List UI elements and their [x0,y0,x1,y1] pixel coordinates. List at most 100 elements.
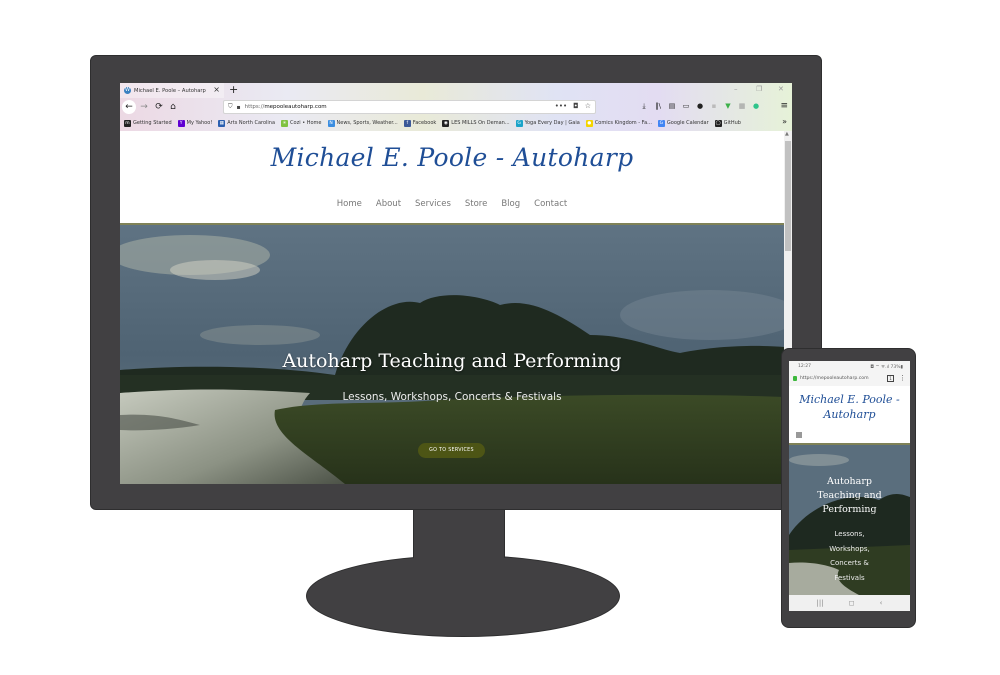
recent-apps-button[interactable]: ||| [817,599,824,607]
close-tab-icon[interactable]: × [213,85,220,95]
reload-button[interactable]: ⟳ [152,100,166,114]
sync-extension-icon[interactable]: ● [752,101,760,111]
bookmark-label: My Yahoo! [186,120,213,126]
bookmark-favicon-icon: ● [585,119,593,127]
address-bar[interactable]: ⛉ ▪ https://mepooleautoharp.com ••• ◘ ☆ [223,100,596,114]
bookmark-item[interactable]: ✳ Cozi • Home [281,119,322,127]
bookmark-favicon-icon: Y [177,119,185,127]
bookmark-item[interactable]: G Yoga Every Day | Gaia [515,119,580,127]
account-icon[interactable]: ● [696,101,704,111]
bookmark-label: Facebook [412,120,437,126]
bookmark-item[interactable]: ● Comics Kingdom - Fa... [585,119,652,127]
bookmark-favicon-icon: G [657,119,665,127]
page-actions-icon[interactable]: ••• [555,102,567,110]
bookmark-favicon-icon: m [124,119,131,127]
nav-blog[interactable]: Blog [501,199,520,209]
bookmark-label: Cozi • Home [290,120,322,126]
back-button[interactable]: ← [122,100,136,114]
bookmark-item[interactable]: ◯ GitHub [714,119,741,127]
shield-extension-icon[interactable]: ▼ [724,101,732,111]
hamburger-menu-icon[interactable]: ≡ [780,101,788,112]
bookmark-label: Getting Started [133,120,172,126]
bookmark-item[interactable]: m Getting Started [124,119,172,127]
scrollbar-thumb[interactable] [785,141,791,251]
web-page: Michael E. Poole - Autoharp Home About S… [120,131,784,484]
bookmark-item[interactable]: f Facebook [403,119,437,127]
bookmark-star-icon[interactable]: ☆ [585,102,591,110]
bookmark-item[interactable]: G Google Calendar [657,119,709,127]
phone-system-icons: ◘ ⌔ ᯤ.ıl 73%▮ [870,365,903,370]
print-icon[interactable]: ▤ [668,101,676,111]
browser-chrome: W Michael E. Poole – Autoharp × + – ❐ ✕ … [120,83,792,131]
bookmark-favicon-icon: ◉ [442,119,450,127]
bookmarks-overflow-icon[interactable]: » [782,117,787,126]
phone-hero-subtitle: Lessons, Workshops, Concerts & Festivals [829,530,870,582]
bookmark-favicon-icon: N [327,119,335,127]
bookmark-favicon-icon: ◯ [714,119,722,127]
go-to-services-button[interactable]: GO TO SERVICES [418,443,485,458]
hero-subtitle: Lessons, Workshops, Concerts & Festivals [342,391,562,403]
phone-site-title[interactable]: Michael E. Poole - Autoharp [789,392,910,422]
forward-button[interactable]: → [137,100,151,114]
extension-icon[interactable]: ▪ [710,101,718,111]
android-nav-bar: ||| ◻ ‹ [789,595,910,611]
bookmarks-bar: m Getting Started Y My Yahoo! ▦ Arts North Ca… [120,116,792,130]
bookmark-label: Yoga Every Day | Gaia [524,120,580,126]
close-window-button[interactable]: ✕ [778,85,784,93]
bookmark-favicon-icon: G [515,119,523,127]
device-mockup: W Michael E. Poole – Autoharp × + – ❐ ✕ … [0,0,1000,675]
bookmark-label: LES MILLS On Deman... [451,120,510,126]
new-tab-button[interactable]: + [229,83,238,97]
pocket-icon[interactable]: ◘ [573,102,579,110]
bookmark-item[interactable]: N News, Sports, Weather... [327,119,398,127]
bookmark-item[interactable]: Y My Yahoo! [177,119,213,127]
bookmark-favicon-icon: ▦ [218,119,226,127]
home-button[interactable]: ◻ [849,599,855,607]
desktop-screen: W Michael E. Poole – Autoharp × + – ❐ ✕ … [120,83,792,484]
nav-store[interactable]: Store [465,199,487,209]
phone-hero-title: Autoharp Teaching and Performing [817,476,882,515]
mobile-menu-icon[interactable] [796,432,802,438]
maximize-button[interactable]: ❐ [756,85,762,93]
tab-title: Michael E. Poole – Autoharp [134,87,206,94]
nav-contact[interactable]: Contact [534,199,567,209]
downloads-icon[interactable]: ⤓ [640,101,648,111]
library-icon[interactable]: ‖\ [654,101,662,111]
bookmark-item[interactable]: ◉ LES MILLS On Deman... [442,119,510,127]
bookmark-label: Comics Kingdom - Fa... [594,120,652,126]
mobile-phone: 12:27 ◘ ⌔ ᯤ.ıl 73%▮ https://mepooleautoh… [781,348,916,628]
monitor-stand-base [306,555,620,637]
tab-switcher-icon[interactable]: 1 [887,375,894,382]
bookmark-label: Arts North Carolina [227,120,276,126]
hero-title: Autoharp Teaching and Performing [282,350,622,372]
phone-status-bar: 12:27 ◘ ⌔ ᯤ.ıl 73%▮ [789,361,910,372]
bookmark-item[interactable]: ▦ Arts North Carolina [218,119,276,127]
bookmark-label: News, Sports, Weather... [336,120,398,126]
browser-tab[interactable]: W Michael E. Poole – Autoharp × [120,83,224,98]
bookmark-favicon-icon: f [403,119,411,127]
sidebar-icon[interactable]: ▭ [682,101,690,111]
hero-section: Autoharp Teaching and Performing Lessons… [120,225,784,484]
back-button[interactable]: ‹ [880,599,883,607]
nav-about[interactable]: About [376,199,401,209]
bookmark-label: Google Calendar [666,120,709,126]
phone-address-bar[interactable]: https://mepooleautoharp.com 1 ⋮ [789,372,910,386]
lock-icon[interactable]: ▪ [237,104,241,111]
site-title[interactable]: Michael E. Poole - Autoharp [120,143,784,172]
grid-extension-icon[interactable]: ▦ [738,101,746,111]
tracking-shield-icon[interactable]: ⛉ [228,103,233,111]
nav-home[interactable]: Home [337,199,362,209]
home-button[interactable]: ⌂ [166,100,180,114]
scroll-up-arrow-icon[interactable]: ▲ [785,131,789,137]
url-text[interactable]: https://mepooleautoharp.com [245,104,327,110]
minimize-button[interactable]: – [734,85,738,93]
bookmark-label: GitHub [723,120,741,126]
site-navigation: Home About Services Store Blog Contact [120,199,784,209]
toolbar-icons: ⤓ ‖\ ▤ ▭ ● ▪ ▼ ▦ ● [640,101,760,111]
phone-clock: 12:27 [798,364,811,369]
tab-bar: W Michael E. Poole – Autoharp × + – ❐ ✕ [120,83,792,98]
phone-url-text[interactable]: https://mepooleautoharp.com [800,376,869,381]
nav-services[interactable]: Services [415,199,451,209]
phone-screen: 12:27 ◘ ⌔ ᯤ.ıl 73%▮ https://mepooleautoh… [789,361,910,611]
more-options-icon[interactable]: ⋮ [899,374,906,382]
